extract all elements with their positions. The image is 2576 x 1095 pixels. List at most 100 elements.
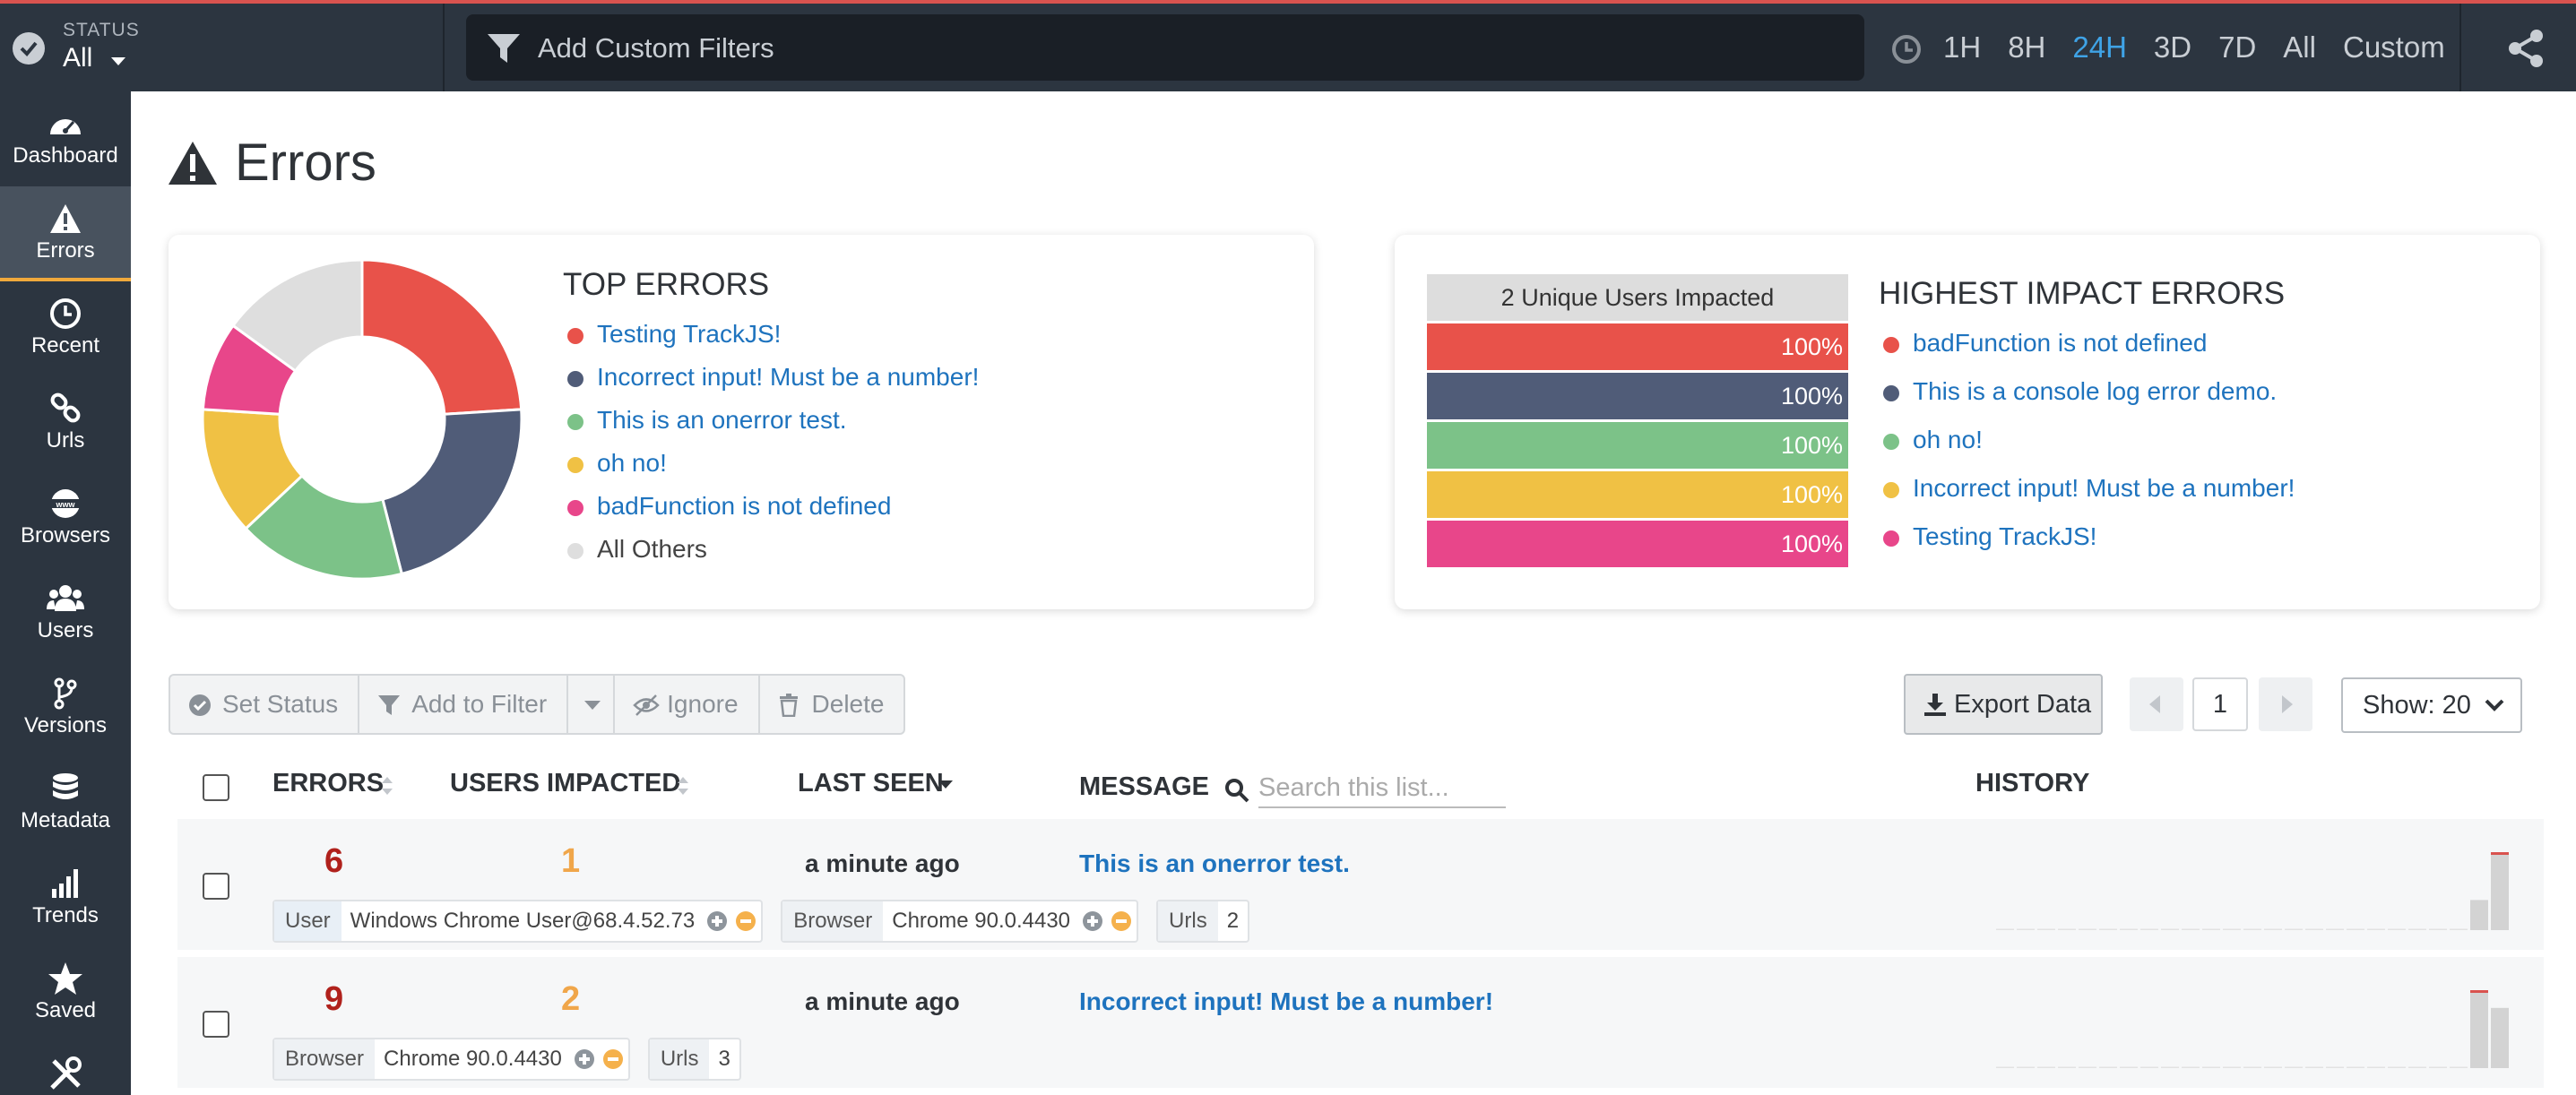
status-filter[interactable]: STATUS All [0, 4, 445, 91]
tag-key: Browser [782, 901, 884, 941]
users-impacted-column-header[interactable]: USERS IMPACTED [450, 769, 680, 798]
minus-circle-icon[interactable] [736, 911, 756, 931]
sidebar-item-errors[interactable]: Errors [0, 186, 131, 281]
tag-value[interactable]: 2 [1218, 901, 1248, 941]
history-bar [1996, 928, 2014, 930]
sort-icon[interactable] [676, 774, 690, 798]
ignore-button[interactable]: Ignore [615, 676, 760, 733]
tag-urls[interactable]: Urls 2 [1156, 900, 1250, 943]
share-button[interactable] [2459, 4, 2576, 91]
status-value[interactable]: All [63, 43, 92, 73]
previous-page-button[interactable] [2130, 677, 2183, 731]
sidebar-item-label: Urls [46, 428, 85, 453]
top-errors-legend-item[interactable]: All Others [563, 534, 979, 577]
export-data-label: Export Data [1954, 690, 2092, 719]
sidebar-item-users[interactable]: Users [0, 566, 131, 661]
impact-legend-item[interactable]: oh no! [1879, 425, 2295, 473]
error-message-link[interactable]: This is an onerror test. [1079, 849, 1350, 878]
tag-browser[interactable]: Browser Chrome 90.0.4430 [272, 1038, 630, 1081]
impact-legend-item[interactable]: Testing TrackJS! [1879, 522, 2295, 570]
time-range-24h[interactable]: 24H [2072, 30, 2127, 65]
history-bar [2388, 1066, 2406, 1068]
tag-value[interactable]: 3 [709, 1039, 739, 1079]
custom-filter-input[interactable]: Add Custom Filters [466, 14, 1864, 81]
add-to-filter-dropdown[interactable] [568, 676, 616, 733]
top-errors-legend-item[interactable]: This is an onerror test. [563, 405, 979, 448]
top-errors-legend-item[interactable]: oh no! [563, 448, 979, 491]
tag-value[interactable]: Chrome 90.0.4430 [375, 1039, 571, 1079]
impact-bar: 100% [1427, 471, 1848, 518]
sidebar-item-trends[interactable]: Trends [0, 851, 131, 946]
errors-column-header[interactable]: ERRORS [272, 769, 384, 798]
legend-label[interactable]: This is an onerror test. [597, 406, 847, 434]
sidebar-item-urls[interactable]: Urls [0, 376, 131, 471]
legend-label[interactable]: oh no! [1913, 426, 1983, 453]
sidebar-item-browsers[interactable]: www Browsers [0, 471, 131, 566]
history-bar [2264, 1066, 2282, 1068]
tag-value[interactable]: Chrome 90.0.4430 [883, 901, 1079, 941]
time-range-3d[interactable]: 3D [2154, 30, 2191, 65]
sidebar-item-tools[interactable] [0, 1041, 131, 1095]
last-seen-column-header[interactable]: LAST SEEN [798, 769, 944, 798]
time-range-8h[interactable]: 8H [2008, 30, 2045, 65]
tag-browser[interactable]: Browser Chrome 90.0.4430 [781, 900, 1139, 943]
delete-button[interactable]: Delete [760, 676, 904, 733]
legend-label[interactable]: badFunction is not defined [1913, 329, 2207, 357]
time-range-all[interactable]: All [2283, 30, 2316, 65]
row-checkbox[interactable] [203, 1011, 229, 1038]
minus-circle-icon[interactable] [1111, 911, 1132, 931]
top-errors-legend-item[interactable]: Incorrect input! Must be a number! [563, 362, 979, 405]
history-bar [2202, 1066, 2220, 1068]
sidebar-item-recent[interactable]: Recent [0, 281, 131, 376]
legend-label[interactable]: badFunction is not defined [597, 492, 891, 520]
sort-desc-icon[interactable] [938, 780, 954, 790]
next-page-button[interactable] [2259, 677, 2312, 731]
select-all-checkbox[interactable] [203, 774, 229, 801]
check-circle-icon [189, 694, 211, 716]
search-input[interactable] [1258, 769, 1506, 808]
set-status-button[interactable]: Set Status [170, 676, 360, 733]
add-to-filter-button[interactable]: Add to Filter [359, 676, 569, 733]
sidebar-item-metadata[interactable]: Metadata [0, 756, 131, 851]
page-size-select[interactable]: Show: 20 [2341, 677, 2522, 733]
sidebar-item-label: Trends [32, 903, 99, 927]
status-caption: STATUS [63, 20, 140, 40]
impact-legend-item[interactable]: Incorrect input! Must be a number! [1879, 473, 2295, 522]
legend-label[interactable]: oh no! [597, 449, 667, 477]
row-checkbox[interactable] [203, 873, 229, 900]
plus-circle-icon[interactable] [574, 1049, 594, 1069]
impact-legend-item[interactable]: This is a console log error demo. [1879, 376, 2295, 425]
legend-label[interactable]: Testing TrackJS! [1913, 522, 2096, 550]
top-errors-legend-item[interactable]: badFunction is not defined [563, 491, 979, 534]
tag-urls[interactable]: Urls 3 [647, 1038, 741, 1081]
donut-slice[interactable] [381, 408, 523, 576]
tag-user[interactable]: User Windows Chrome User@68.4.52.73 [272, 900, 764, 943]
tag-value[interactable]: Windows Chrome User@68.4.52.73 [341, 901, 705, 941]
time-range-7d[interactable]: 7D [2218, 30, 2256, 65]
plus-circle-icon[interactable] [1083, 911, 1103, 931]
sidebar-item-versions[interactable]: Versions [0, 661, 131, 756]
time-range-1h[interactable]: 1H [1943, 30, 1981, 65]
legend-label[interactable]: All Others [597, 535, 707, 563]
sidebar-item-dashboard[interactable]: Dashboard [0, 91, 131, 186]
top-errors-card: TOP ERRORS Testing TrackJS! Incorrect inp… [169, 235, 1314, 609]
history-bar [2429, 1066, 2447, 1068]
legend-label[interactable]: Incorrect input! Must be a number! [1913, 474, 2295, 502]
page-number[interactable]: 1 [2192, 677, 2248, 731]
legend-label[interactable]: Incorrect input! Must be a number! [597, 363, 979, 391]
error-message-link[interactable]: Incorrect input! Must be a number! [1079, 987, 1493, 1016]
impact-legend-item[interactable]: badFunction is not defined [1879, 328, 2295, 376]
minus-circle-icon[interactable] [602, 1049, 623, 1069]
sidebar-item-saved[interactable]: Saved [0, 946, 131, 1041]
time-range-custom[interactable]: Custom [2343, 30, 2445, 65]
donut-slice[interactable] [360, 258, 523, 416]
page-title: Errors [235, 134, 376, 192]
sort-icon[interactable] [380, 774, 394, 798]
plus-circle-icon[interactable] [707, 911, 728, 931]
caret-down-icon[interactable] [111, 57, 125, 65]
legend-label[interactable]: This is a console log error demo. [1913, 377, 2277, 405]
top-errors-legend-item[interactable]: Testing TrackJS! [563, 319, 979, 362]
top-bar: STATUS All Add Custom Filters 1H 8H 24H 3D 7… [0, 0, 2576, 91]
export-data-button[interactable]: Export Data [1904, 674, 2103, 735]
legend-label[interactable]: Testing TrackJS! [597, 320, 781, 348]
